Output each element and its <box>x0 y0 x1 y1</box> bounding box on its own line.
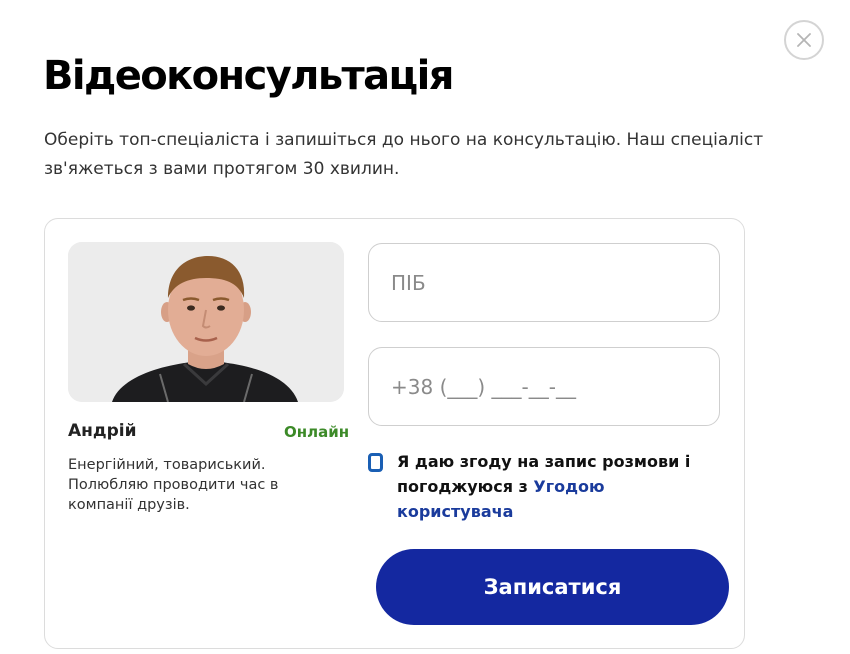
specialist-photo <box>68 242 344 402</box>
modal-subtitle: Оберіть топ-спеціаліста і запишіться до … <box>44 130 764 179</box>
specialist-card: Андрій Онлайн Енергійний, товариський. П… <box>44 218 745 649</box>
phone-input[interactable] <box>368 347 720 426</box>
consent-label: Я даю згоду на запис розмови і погоджуюс… <box>397 449 697 524</box>
consent-checkbox[interactable] <box>368 453 383 472</box>
page-title: Відеоконсультація <box>43 53 454 99</box>
specialist-name: Андрій <box>68 421 137 441</box>
status-badge: Онлайн <box>284 423 350 441</box>
full-name-input[interactable] <box>368 243 720 322</box>
submit-button[interactable]: Записатися <box>376 549 729 625</box>
specialist-bio: Енергійний, товариський. Полюбляю провод… <box>68 457 279 513</box>
close-button[interactable] <box>784 20 824 60</box>
close-icon <box>797 33 811 47</box>
